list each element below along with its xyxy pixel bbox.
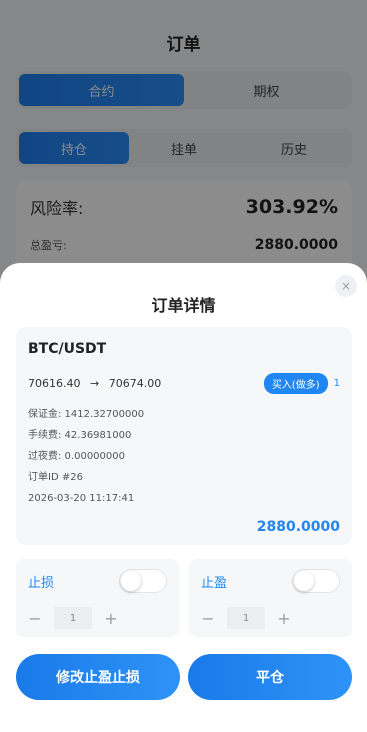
sheet-title: 订单详情 <box>151 296 216 315</box>
plus-icon[interactable]: + <box>277 609 291 628</box>
profit-amount: 2880.0000 <box>256 519 340 535</box>
take-profit-label: 止盈 <box>201 575 228 591</box>
stop-loss-card: 止损 − 1 + <box>16 559 179 637</box>
trading-pair: BTC/USDT <box>28 341 107 357</box>
overnight-fee-info: 过夜费: 0.00000000 <box>28 451 125 462</box>
side-badge: 买入(做多) <box>263 373 328 394</box>
stop-loss-toggle[interactable] <box>119 569 167 593</box>
plus-icon[interactable]: + <box>104 609 118 628</box>
order-detail-sheet: × 订单详情 BTC/USDT 70616.40 → 70674.00 买入(做… <box>0 263 367 732</box>
take-profit-card: 止盈 − 1 + <box>189 559 352 637</box>
stop-loss-stepper: − 1 + <box>28 607 167 629</box>
minus-icon[interactable]: − <box>28 609 42 628</box>
arrow-right-icon: → <box>90 377 100 390</box>
fee-info: 手续费: 42.36981000 <box>28 430 132 441</box>
current-price: 70674.00 <box>108 377 162 390</box>
order-time: 2026-03-20 11:17:41 <box>28 493 135 504</box>
take-profit-stepper: − 1 + <box>201 607 340 629</box>
order-id: 订单ID #26 <box>28 472 83 483</box>
modify-tp-sl-button[interactable]: 修改止盈止损 <box>16 654 180 700</box>
margin-info: 保证金: 1412.32700000 <box>28 409 145 420</box>
price-range: 70616.40 → 70674.00 <box>28 377 161 390</box>
stop-loss-input[interactable]: 1 <box>54 607 92 629</box>
leverage: 1 <box>333 378 340 389</box>
take-profit-toggle[interactable] <box>292 569 340 593</box>
minus-icon[interactable]: − <box>201 609 215 628</box>
take-profit-input[interactable]: 1 <box>227 607 265 629</box>
stop-loss-label: 止损 <box>28 575 55 591</box>
close-position-button[interactable]: 平仓 <box>188 654 352 700</box>
open-price: 70616.40 <box>28 377 81 390</box>
order-detail-card: BTC/USDT 70616.40 → 70674.00 买入(做多) 1 保证… <box>16 327 352 545</box>
